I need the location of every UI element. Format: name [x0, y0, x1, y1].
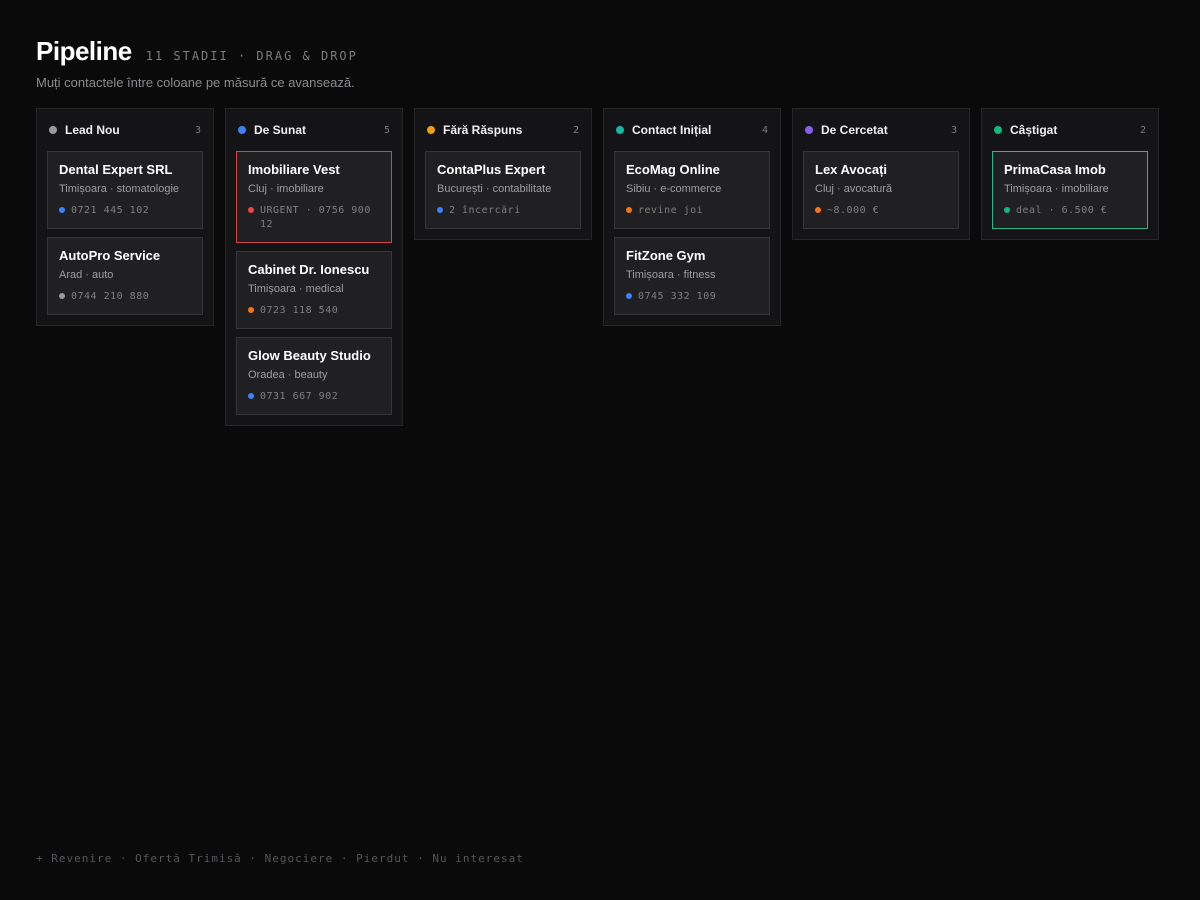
contact-location-industry: Timișoara · stomatologie: [59, 183, 180, 195]
contact-name: Cabinet Dr. Ionescu: [248, 262, 370, 277]
contact-meta-text: deal · 6.500 €: [1016, 205, 1108, 216]
stage-dot-icon: [616, 126, 624, 134]
column-count: 4: [761, 124, 768, 136]
contact-name: PrimaCasa Imob: [1004, 162, 1106, 177]
contact-meta: ~8.000 €: [815, 204, 947, 218]
pipeline-column[interactable]: De Cercetat 3 Lex Avocați Cluj · avocatură ~…: [792, 108, 970, 240]
status-dot-icon: [626, 293, 632, 299]
pipeline-column[interactable]: Câștigat 2 PrimaCasa Imob Timișoara · imobi…: [981, 108, 1159, 240]
stage-dot-icon: [994, 126, 1002, 134]
contact-name: FitZone Gym: [626, 248, 706, 263]
pipeline-board: Lead Nou 3 Dental Expert SRL Timișoara · st…: [36, 108, 1159, 426]
column-count: 2: [572, 124, 579, 136]
status-dot-icon: [626, 207, 632, 213]
page-meta: 11 STADII · DRAG & DROP: [145, 49, 358, 63]
contact-meta: 0745 332 109: [626, 290, 758, 304]
status-dot-icon: [248, 393, 254, 399]
contact-card[interactable]: Glow Beauty Studio Oradea · beauty 0731 66…: [236, 337, 392, 415]
contact-meta-text: 2 încercări: [449, 205, 521, 216]
column-header[interactable]: Câștigat 2: [992, 109, 1148, 151]
column-header[interactable]: De Cercetat 3: [803, 109, 959, 151]
column-header[interactable]: Contact Inițial 4: [614, 109, 770, 151]
contact-meta-text: 0744 210 880: [71, 291, 150, 302]
contact-location-industry: Arad · auto: [59, 269, 114, 281]
contact-card[interactable]: AutoPro Service Arad · auto 0744 210 880: [47, 237, 203, 315]
contact-name: ContaPlus Expert: [437, 162, 546, 177]
contact-meta: 2 încercări: [437, 204, 569, 218]
contact-card[interactable]: Lex Avocați Cluj · avocatură ~8.000 €: [803, 151, 959, 229]
contact-location-industry: Oradea · beauty: [248, 369, 328, 381]
contact-card[interactable]: ContaPlus Expert București · contabilitat…: [425, 151, 581, 229]
contact-meta: URGENT · 0756 900 12: [248, 204, 380, 232]
column-header[interactable]: Lead Nou 3: [47, 109, 203, 151]
column-header[interactable]: Fără Răspuns 2: [425, 109, 581, 151]
contact-name: EcoMag Online: [626, 162, 720, 177]
pipeline-column[interactable]: De Sunat 5 Imobiliare Vest Cluj · imobiliar…: [225, 108, 403, 426]
contact-meta: deal · 6.500 €: [1004, 204, 1136, 218]
contact-card[interactable]: Imobiliare Vest Cluj · imobiliare URGENT ·…: [236, 151, 392, 243]
contact-name: AutoPro Service: [59, 248, 161, 263]
pipeline-column[interactable]: Lead Nou 3 Dental Expert SRL Timișoara · st…: [36, 108, 214, 326]
contact-name: Dental Expert SRL: [59, 162, 173, 177]
stage-dot-icon: [238, 126, 246, 134]
contact-card[interactable]: Dental Expert SRL Timișoara · stomatologi…: [47, 151, 203, 229]
contact-location-industry: Cluj · imobiliare: [248, 183, 324, 195]
contact-meta-text: 0723 118 540: [260, 305, 339, 316]
more-stages-footer[interactable]: + Revenire · Ofertă Trimisă · Negociere …: [36, 852, 524, 865]
status-dot-icon: [1004, 207, 1010, 213]
column-count: 5: [383, 124, 390, 136]
contact-meta: 0721 445 102: [59, 204, 191, 218]
column-title: Lead Nou: [65, 123, 120, 137]
contact-meta: revine joi: [626, 204, 758, 218]
contact-name: Imobiliare Vest: [248, 162, 340, 177]
stage-dot-icon: [49, 126, 57, 134]
column-title: De Cercetat: [821, 123, 888, 137]
pipeline-column[interactable]: Fără Răspuns 2 ContaPlus Expert București ·…: [414, 108, 592, 240]
status-dot-icon: [248, 307, 254, 313]
column-count: 3: [950, 124, 957, 136]
contact-card[interactable]: FitZone Gym Timișoara · fitness 0745 332 1…: [614, 237, 770, 315]
page-title: Pipeline: [36, 36, 132, 66]
contact-location-industry: Cluj · avocatură: [815, 183, 893, 195]
contact-name: Glow Beauty Studio: [248, 348, 371, 363]
contact-location-industry: Sibiu · e-commerce: [626, 183, 722, 195]
contact-meta: 0731 667 902: [248, 390, 380, 404]
column-count: 3: [194, 124, 201, 136]
status-dot-icon: [248, 207, 254, 213]
column-title: Câștigat: [1010, 123, 1058, 137]
column-title: De Sunat: [254, 123, 307, 137]
column-header[interactable]: De Sunat 5: [236, 109, 392, 151]
contact-location-industry: Timișoara · medical: [248, 283, 344, 295]
contact-meta-text: 0745 332 109: [638, 291, 717, 302]
column-title: Contact Inițial: [632, 123, 712, 137]
contact-meta-text: URGENT · 0756 900 12: [260, 205, 371, 230]
contact-card[interactable]: Cabinet Dr. Ionescu Timișoara · medical 07…: [236, 251, 392, 329]
contact-meta-text: 0731 667 902: [260, 391, 339, 402]
contact-location-industry: Timișoara · fitness: [626, 269, 716, 281]
column-title: Fără Răspuns: [443, 123, 523, 137]
contact-meta: 0744 210 880: [59, 290, 191, 304]
contact-card[interactable]: PrimaCasa Imob Timișoara · imobiliare deal…: [992, 151, 1148, 229]
status-dot-icon: [59, 207, 65, 213]
stage-dot-icon: [805, 126, 813, 134]
contact-card[interactable]: EcoMag Online Sibiu · e-commerce revine jo…: [614, 151, 770, 229]
contact-location-industry: București · contabilitate: [437, 183, 552, 195]
page-subtitle: Muți contactele între coloane pe măsură …: [36, 75, 355, 90]
contact-location-industry: Timișoara · imobiliare: [1004, 183, 1109, 195]
title-row: Pipeline 11 STADII · DRAG & DROP: [36, 36, 358, 67]
contact-meta: 0723 118 540: [248, 304, 380, 318]
contact-meta-text: ~8.000 €: [827, 205, 880, 216]
contact-meta-text: 0721 445 102: [71, 205, 150, 216]
status-dot-icon: [59, 293, 65, 299]
status-dot-icon: [815, 207, 821, 213]
page-header: Pipeline 11 STADII · DRAG & DROP Muți co…: [36, 36, 358, 90]
stage-dot-icon: [427, 126, 435, 134]
column-count: 2: [1139, 124, 1146, 136]
pipeline-column[interactable]: Contact Inițial 4 EcoMag Online Sibiu · e-c…: [603, 108, 781, 326]
contact-name: Lex Avocați: [815, 162, 888, 177]
status-dot-icon: [437, 207, 443, 213]
contact-meta-text: revine joi: [638, 205, 704, 216]
